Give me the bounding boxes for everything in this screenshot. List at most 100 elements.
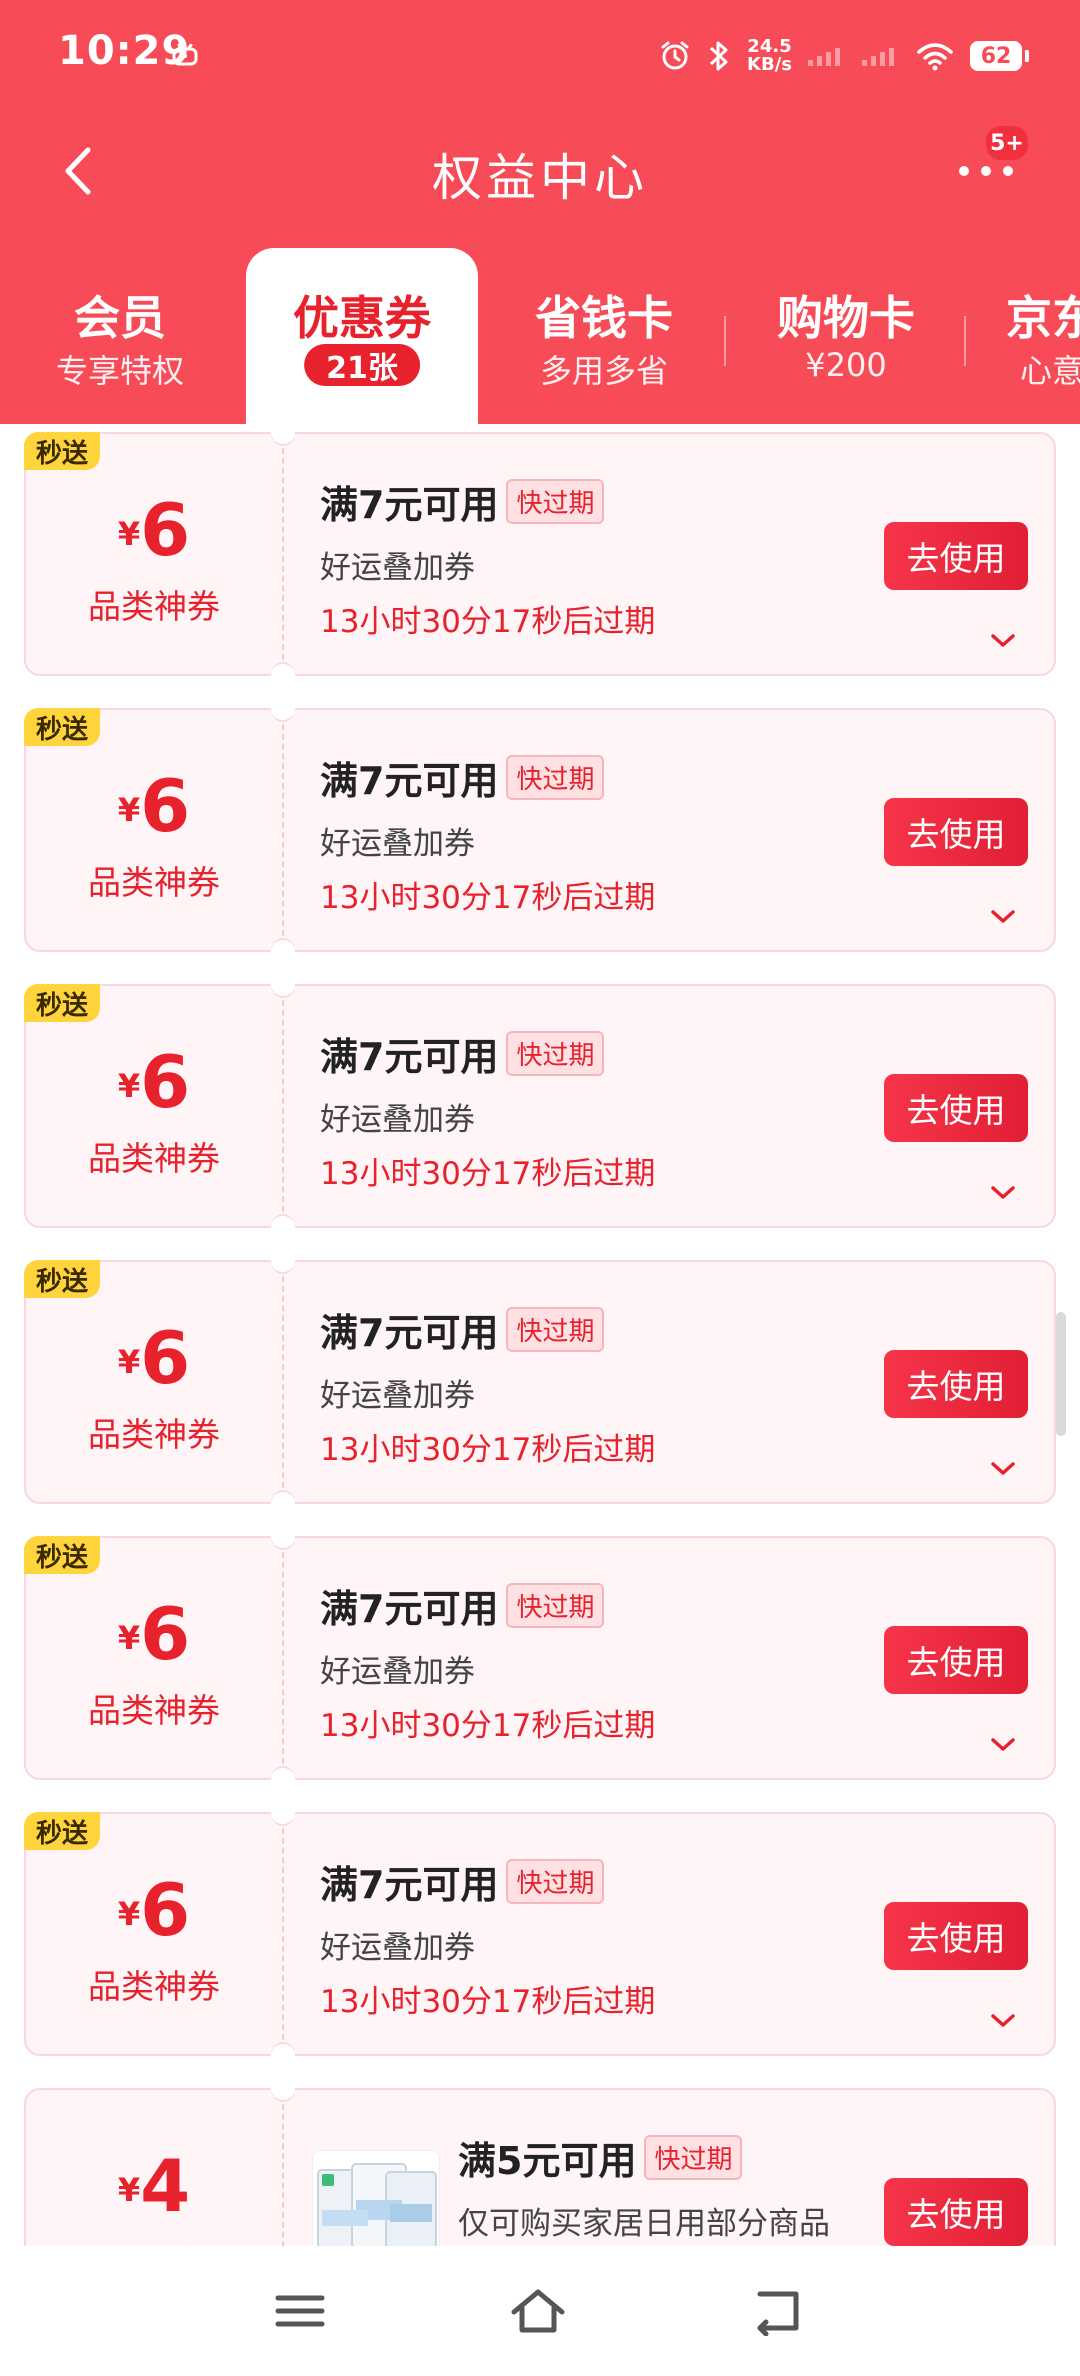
currency-symbol: ¥ [117, 1619, 141, 1657]
coupon-amount: ¥6 [26, 488, 282, 572]
tab-subtitle: 心意 [1020, 352, 1080, 390]
ticket-notch [271, 662, 295, 688]
chevron-down-icon[interactable] [990, 1460, 1016, 1478]
threshold-text: 满7元可用 [320, 1035, 499, 1079]
coupon-amount: ¥6 [26, 1316, 282, 1400]
chevron-down-icon[interactable] [990, 1184, 1016, 1202]
coupon-value-area: 秒送 ¥6 品类神券 [24, 1260, 282, 1502]
coupon-amount: ¥6 [26, 1868, 282, 1952]
signal-icon-2 [862, 48, 894, 66]
amount-value: 6 [140, 488, 191, 572]
coupon-threshold: 满7元可用 快过期 [320, 1854, 605, 1909]
coupon-value-area: 秒送 ¥6 品类神券 [24, 432, 282, 674]
coupon-amount: ¥6 [26, 1592, 282, 1676]
chevron-down-icon[interactable] [990, 2012, 1016, 2030]
tab-title: 购物卡 [777, 291, 915, 345]
threshold-text: 满7元可用 [320, 1311, 499, 1355]
scrollbar-thumb[interactable] [1056, 1312, 1066, 1436]
instant-delivery-ribbon: 秒送 [24, 1260, 101, 1298]
chevron-down-icon[interactable] [990, 1736, 1016, 1754]
instant-delivery-ribbon: 秒送 [24, 708, 101, 746]
use-coupon-button[interactable]: 去使用 [884, 522, 1028, 590]
currency-symbol: ¥ [117, 1067, 141, 1105]
ticket-notch [271, 1248, 295, 1274]
chevron-down-icon[interactable] [990, 908, 1016, 926]
threshold-text: 满7元可用 [320, 483, 499, 527]
coupon-value-area: 秒送 ¥6 品类神券 [24, 1536, 282, 1778]
tab-title: 京东 [1006, 291, 1080, 345]
ticket-notch [271, 2076, 295, 2102]
tab-subtitle: 专享特权 [55, 352, 184, 390]
system-navigation-bar [0, 2246, 1080, 2376]
alarm-icon [661, 41, 689, 70]
expiring-tag: 快过期 [506, 1307, 605, 1352]
tab-jd[interactable]: 京东 心意 [966, 248, 1080, 424]
amount-value: 4 [140, 2144, 191, 2228]
coupon-category: 品类神券 [88, 1139, 220, 1178]
tab-coupons[interactable]: 优惠券 21张 [246, 248, 478, 424]
coupon-description: 仅可购买家居日用部分商品 [458, 2206, 830, 2242]
threshold-text: 满7元可用 [320, 1587, 499, 1631]
menu-icon[interactable] [270, 2286, 330, 2336]
ticket-notch [271, 2042, 295, 2068]
coupon-description: 好运叠加券 [320, 550, 475, 586]
threshold-text: 满7元可用 [320, 1863, 499, 1907]
perforation-line [282, 448, 284, 660]
instant-delivery-ribbon: 秒送 [24, 432, 101, 470]
coupon-value-area: 秒送 ¥6 品类神券 [24, 984, 282, 1226]
tab-title: 省钱卡 [535, 291, 673, 345]
category-tabs: 会员 专享特权 优惠券 21张 省钱卡 多用多省 购物卡 ¥200 京东 心意 [0, 248, 1080, 424]
network-speed-unit: KB/s [747, 54, 792, 75]
use-coupon-button[interactable]: 去使用 [884, 1626, 1028, 1694]
tab-shopping-card[interactable]: 购物卡 ¥200 [726, 248, 966, 424]
coupon-amount: ¥6 [26, 1040, 282, 1124]
coupon-category: 限品类东券 [26, 2236, 282, 2246]
ticket-notch [271, 1800, 295, 1826]
coupon-description: 好运叠加券 [320, 1930, 475, 1966]
perforation-line [282, 1828, 284, 2040]
coupon-threshold: 满7元可用 快过期 [320, 750, 605, 805]
home-icon[interactable] [508, 2286, 568, 2336]
tab-membership[interactable]: 会员 专享特权 [0, 248, 240, 424]
use-coupon-button[interactable]: 去使用 [884, 1074, 1028, 1142]
expiring-tag: 快过期 [506, 479, 605, 524]
coupon-category: 品类神券 [88, 1967, 220, 2006]
perforation-line [282, 1552, 284, 1764]
ticket-notch [271, 1214, 295, 1240]
coupon-threshold: 满7元可用 快过期 [320, 474, 605, 529]
chevron-down-icon[interactable] [990, 632, 1016, 650]
product-box-icon [317, 2163, 437, 2246]
expiry-countdown: 13小时30分17秒后过期 [320, 1432, 656, 1468]
header: 10:29 24.5 KB/s 62 权益中心 5+ 会员 专享特权 优惠券 2… [0, 0, 1080, 424]
perforation-line [282, 1276, 284, 1488]
use-coupon-button[interactable]: 去使用 [884, 1350, 1028, 1418]
coupon-card: 秒送 ¥6 品类神券 满7元可用 快过期 好运叠加券 13小时30分17秒后过期 … [24, 696, 1056, 964]
page-title: 权益中心 [432, 149, 648, 207]
coupon-threshold: 满7元可用 快过期 [320, 1026, 605, 1081]
coupon-description: 好运叠加券 [320, 826, 475, 862]
currency-symbol: ¥ [117, 515, 141, 553]
coupon-list[interactable]: 秒送 ¥6 品类神券 满7元可用 快过期 好运叠加券 13小时30分17秒后过期 … [0, 424, 1080, 2246]
use-coupon-button[interactable]: 去使用 [884, 2178, 1028, 2246]
expiry-countdown: 13小时30分17秒后过期 [320, 604, 656, 640]
currency-symbol: ¥ [117, 1343, 141, 1381]
coupon-count-badge: 21张 [304, 344, 420, 386]
tab-savings-card[interactable]: 省钱卡 多用多省 [484, 248, 724, 424]
coupon-description: 好运叠加券 [320, 1102, 475, 1138]
tab-subtitle: ¥200 [805, 346, 887, 384]
amount-value: 6 [140, 1040, 191, 1124]
product-thumbnail[interactable] [312, 2150, 440, 2246]
expiring-tag: 快过期 [506, 1031, 605, 1076]
return-icon[interactable] [748, 2286, 808, 2336]
signal-icon [808, 48, 840, 66]
use-coupon-button[interactable]: 去使用 [884, 798, 1028, 866]
tab-subtitle: 多用多省 [539, 352, 668, 390]
coupon-description: 好运叠加券 [320, 1654, 475, 1690]
instant-delivery-ribbon: 秒送 [24, 1536, 101, 1574]
use-coupon-button[interactable]: 去使用 [884, 1902, 1028, 1970]
ticket-notch [271, 938, 295, 964]
perforation-line [282, 2104, 284, 2246]
expiring-tag: 快过期 [506, 1859, 605, 1904]
coupon-category: 品类神券 [88, 863, 220, 902]
amount-value: 6 [140, 764, 191, 848]
